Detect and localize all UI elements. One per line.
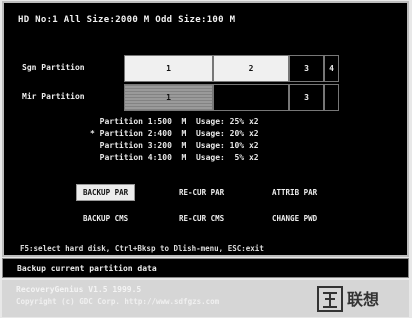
partition-info-3: Partition 3:200 M Usage: 10% x2 xyxy=(90,141,259,150)
change-password-button[interactable]: CHANGE PWD xyxy=(272,214,317,223)
mir-segment-3[interactable]: 3 xyxy=(289,84,324,111)
sgn-partition-label: Sgn Partition xyxy=(22,63,85,72)
footer: RecoveryGenius V1.5 1999.5 Copyright (c)… xyxy=(2,280,409,317)
sgn-segment-3[interactable]: 3 xyxy=(289,55,324,82)
mir-partition-bar: 1 3 xyxy=(124,84,339,111)
partition-info-1: Partition 1:500 M Usage: 25% x2 xyxy=(90,117,259,126)
sgn-segment-2[interactable]: 2 xyxy=(213,55,289,82)
main-panel: HD No:1 All Size:2000 M Odd Size:100 M S… xyxy=(2,1,409,257)
partition-info-4: Partition 4:100 M Usage: 5% x2 xyxy=(90,153,259,162)
mir-segment-tail xyxy=(324,84,339,111)
disk-info-header: HD No:1 All Size:2000 M Odd Size:100 M xyxy=(18,15,236,25)
recovery-screen: HD No:1 All Size:2000 M Odd Size:100 M S… xyxy=(0,0,412,318)
product-version: RecoveryGenius V1.5 1999.5 xyxy=(16,285,142,294)
keyboard-hint: F5:select hard disk, Ctrl+Bksp to Dlish-… xyxy=(20,244,264,253)
mir-partition-label: Mir Partition xyxy=(22,92,85,101)
sgn-segment-4[interactable]: 4 xyxy=(324,55,339,82)
recover-cmos-button[interactable]: RE-CUR CMS xyxy=(179,214,224,223)
recover-partition-button[interactable]: RE-CUR PAR xyxy=(179,188,224,197)
backup-cmos-button[interactable]: BACKUP CMS xyxy=(83,214,128,223)
legend-logo-icon: 联想 xyxy=(317,286,379,312)
attrib-partition-button[interactable]: ATTRIB PAR xyxy=(272,188,317,197)
mir-segment-empty xyxy=(213,84,289,111)
backup-partition-button[interactable]: BACKUP PAR xyxy=(76,184,136,201)
status-text: Backup current partition data xyxy=(17,264,157,273)
status-bar: Backup current partition data xyxy=(2,258,409,278)
partition-info-2: * Partition 2:400 M Usage: 20% x2 xyxy=(90,129,259,138)
sgn-segment-1[interactable]: 1 xyxy=(124,55,213,82)
svg-text:联想: 联想 xyxy=(347,290,379,309)
mir-segment-1[interactable]: 1 xyxy=(124,84,213,111)
copyright-text: Copyright (c) GDC Corp. http://www.sdfgz… xyxy=(16,297,220,306)
sgn-partition-bar: 1 2 3 4 xyxy=(124,55,339,82)
